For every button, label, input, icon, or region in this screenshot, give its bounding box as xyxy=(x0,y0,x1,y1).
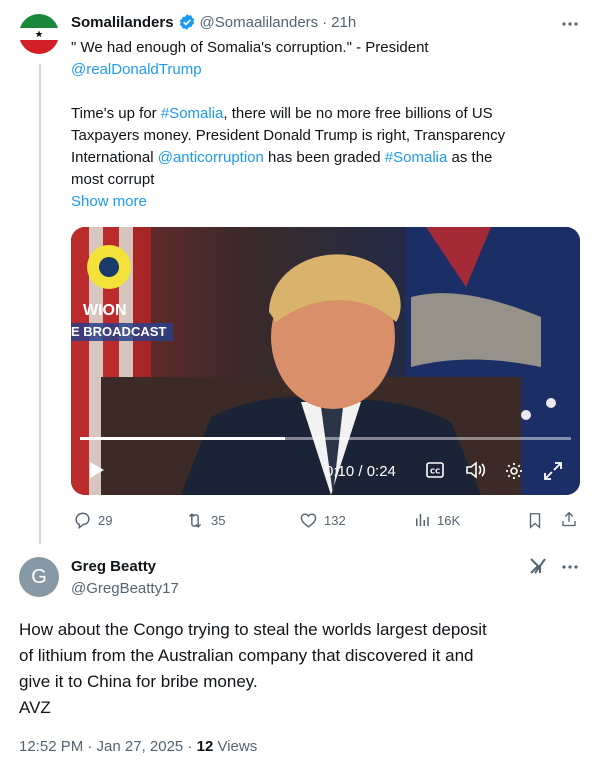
like-count: 132 xyxy=(324,513,346,528)
play-icon[interactable] xyxy=(86,460,106,485)
video-frame xyxy=(71,227,580,495)
settings-gear-icon[interactable] xyxy=(504,461,524,486)
author-name[interactable]: Somalilanders xyxy=(71,14,174,31)
tweet-header: Somalilanders @Somaalilanders · 21h xyxy=(71,13,356,31)
video-player[interactable]: WION E BROADCAST 0:10 / 0:24 CC xyxy=(71,227,580,495)
tweet-time[interactable]: 21h xyxy=(331,14,356,31)
views-count: 16K xyxy=(437,512,461,528)
tweet-text: as the xyxy=(447,149,493,166)
share-icon[interactable] xyxy=(560,510,578,534)
fullscreen-icon[interactable] xyxy=(542,460,564,487)
tweet-text: most corrupt xyxy=(71,171,155,188)
thread-line xyxy=(39,64,41,544)
reply-avatar[interactable]: G xyxy=(19,557,59,597)
tweet-body: " We had enough of Somalia's corruption.… xyxy=(71,37,581,213)
heart-icon xyxy=(300,513,317,528)
reply-views-label: Views xyxy=(213,738,258,755)
reply-timestamp[interactable]: 12:52 PM · Jan 27, 2025 · xyxy=(19,738,197,755)
captions-icon[interactable]: CC xyxy=(426,462,444,483)
reply-button[interactable]: 29 xyxy=(73,511,112,530)
wion-logo-text: WION xyxy=(83,302,127,319)
broadcast-banner-text: E BROADCAST xyxy=(71,324,167,339)
retweet-icon xyxy=(188,513,202,528)
reply-name-text: Greg Beatty xyxy=(71,558,157,575)
tweet-text: has been graded xyxy=(263,149,385,166)
hashtag-link[interactable]: #Somalia xyxy=(161,105,224,122)
reply-meta: 12:52 PM · Jan 27, 2025 · 12 Views xyxy=(19,738,257,755)
reply-icon xyxy=(75,512,90,530)
analytics-bars-icon xyxy=(416,514,429,526)
avatar-letter: G xyxy=(31,565,47,588)
bookmark-icon[interactable] xyxy=(526,511,544,535)
mention-link[interactable]: @realDonaldTrump xyxy=(71,61,202,78)
reply-line: of lithium from the Australian company t… xyxy=(19,646,474,665)
tweet-line: " We had enough of Somalia's corruption.… xyxy=(71,39,429,56)
reply-author-handle[interactable]: @GregBeatty17 xyxy=(71,580,179,597)
reply-line: How about the Congo trying to steal the … xyxy=(19,620,487,639)
like-button[interactable]: 132 xyxy=(299,511,346,530)
video-progress-track[interactable] xyxy=(80,437,571,440)
reply-count: 29 xyxy=(98,513,113,528)
more-options-icon[interactable] xyxy=(560,14,580,34)
tweet-text: Taxpayers money. President Donald Trump … xyxy=(71,127,506,144)
mention-link[interactable]: @anticorruption xyxy=(158,149,264,166)
tweet-text: , there will be no more free billions of… xyxy=(223,105,493,122)
svg-text:CC: CC xyxy=(430,468,440,476)
reply-line: AVZ xyxy=(19,698,51,717)
tweet-text: International xyxy=(71,149,158,166)
volume-icon[interactable] xyxy=(465,461,487,484)
avatar[interactable] xyxy=(19,14,59,54)
separator-dot: · xyxy=(322,13,328,31)
reply-views-count: 12 xyxy=(196,738,214,755)
reply-author-name[interactable]: Greg Beatty xyxy=(71,558,156,576)
tweet-text: Time's up for xyxy=(71,105,161,122)
show-more-link[interactable]: Show more xyxy=(71,193,147,210)
video-timestamp: 0:10 / 0:24 xyxy=(325,463,396,480)
reply-more-options-icon[interactable] xyxy=(560,557,580,577)
retweet-count: 35 xyxy=(211,513,226,528)
views-button[interactable]: 16K xyxy=(413,511,460,529)
retweet-button[interactable]: 35 xyxy=(185,511,225,530)
hashtag-link[interactable]: #Somalia xyxy=(385,149,448,166)
video-progress-fill xyxy=(80,437,285,440)
grok-icon[interactable] xyxy=(528,556,548,581)
author-handle[interactable]: @Somaalilanders xyxy=(200,14,319,31)
reply-body: How about the Congo trying to steal the … xyxy=(19,617,584,721)
somaliland-flag-avatar xyxy=(19,14,59,54)
reply-line: give it to China for bribe money. xyxy=(19,672,258,691)
verified-badge-icon xyxy=(179,14,194,30)
